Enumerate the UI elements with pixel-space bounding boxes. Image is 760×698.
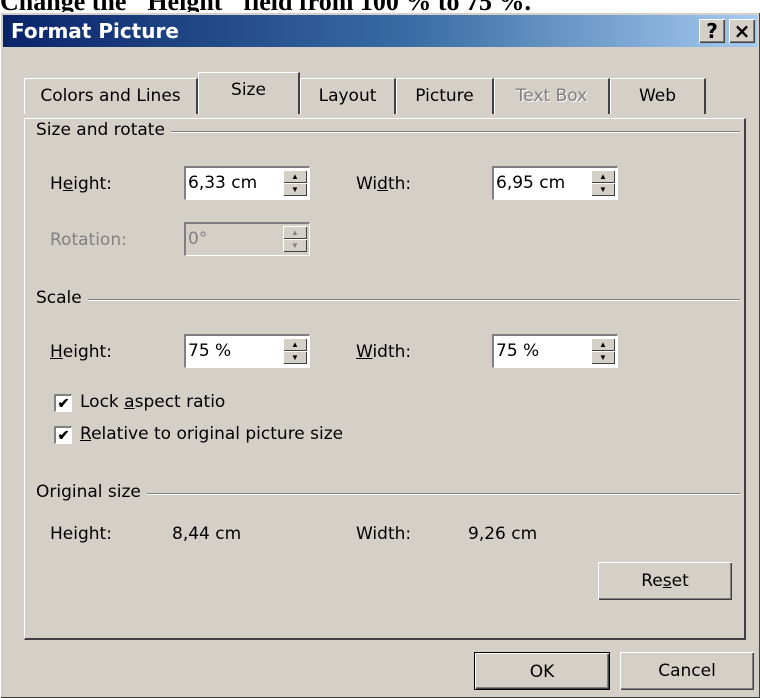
scale-width-label: Width: [356, 342, 412, 362]
dialog-title: Format Picture [11, 19, 179, 43]
spin-down-button[interactable]: ▼ [283, 351, 307, 364]
tab-size[interactable]: Size [198, 72, 300, 114]
size-height-input[interactable] [188, 171, 276, 195]
tab-label: Text Box [515, 86, 588, 106]
help-button[interactable]: ? [699, 19, 725, 43]
size-width-spinner[interactable]: ▲ ▼ [492, 166, 618, 200]
relative-original-checkbox[interactable]: ✔ [54, 426, 72, 444]
close-button[interactable]: × [729, 19, 755, 43]
size-width-label: Width: [356, 174, 412, 194]
scale-height-input[interactable] [188, 339, 276, 363]
spinner-buttons: ▲ ▼ [283, 338, 307, 364]
lock-aspect-label[interactable]: Lock aspect ratio [80, 392, 225, 412]
spin-up-button[interactable]: ▲ [283, 170, 307, 183]
group-divider [40, 299, 740, 301]
spinner-buttons: ▲ ▼ [591, 338, 615, 364]
tab-picture[interactable]: Picture [396, 78, 494, 114]
instruction-caption: Change the "Height" field from 100 % to … [0, 0, 760, 12]
original-width-value: 9,26 cm [468, 524, 538, 544]
spin-down-button: ▼ [283, 239, 307, 252]
scale-height-spinner[interactable]: ▲ ▼ [184, 334, 310, 368]
scale-height-label: Height: [50, 342, 112, 362]
original-height-label: Height: [50, 524, 112, 544]
spinner-buttons: ▲ ▼ [591, 170, 615, 196]
spin-up-button: ▲ [283, 226, 307, 239]
scale-width-input[interactable] [496, 339, 584, 363]
format-picture-dialog: Format Picture ? × Colors and Lines Size… [0, 12, 760, 698]
tab-label: Picture [415, 86, 474, 106]
tab-label: Colors and Lines [40, 86, 181, 106]
tab-label: Layout [318, 86, 377, 106]
size-height-label: Height: [50, 174, 112, 194]
tab-layout[interactable]: Layout [300, 78, 396, 114]
scale-width-spinner[interactable]: ▲ ▼ [492, 334, 618, 368]
lock-aspect-checkbox[interactable]: ✔ [54, 394, 72, 412]
spinner-buttons: ▲ ▼ [283, 226, 307, 252]
original-size-header: Original size [36, 482, 147, 502]
reset-button[interactable]: Reset [598, 562, 732, 600]
checkmark-icon: ✔ [57, 427, 70, 443]
tab-label[interactable]: Web [639, 86, 676, 106]
rotation-spinner: ▲ ▼ [184, 222, 310, 256]
spin-down-button[interactable]: ▼ [591, 183, 615, 196]
original-height-value: 8,44 cm [172, 524, 242, 544]
tab-web[interactable]: Web [610, 78, 706, 114]
original-width-label: Width: [356, 524, 412, 544]
spin-up-button[interactable]: ▲ [283, 338, 307, 351]
rotation-label: Rotation: [50, 230, 127, 250]
size-width-input[interactable] [496, 171, 584, 195]
cancel-button[interactable]: Cancel [620, 652, 754, 690]
scale-header: Scale [36, 288, 88, 308]
tab-colors-and-lines[interactable]: Colors and Lines [24, 78, 198, 114]
tab-label: Size [231, 80, 266, 100]
size-height-spinner[interactable]: ▲ ▼ [184, 166, 310, 200]
spinner-buttons: ▲ ▼ [283, 170, 307, 196]
spin-down-button[interactable]: ▼ [283, 183, 307, 196]
size-rotate-header: Size and rotate [36, 120, 171, 140]
ok-button[interactable]: OK [474, 652, 610, 690]
checkmark-icon: ✔ [57, 395, 70, 411]
tab-text-box: Text Box [494, 78, 610, 114]
title-bar[interactable]: Format Picture ? × [3, 15, 757, 47]
spin-up-button[interactable]: ▲ [591, 338, 615, 351]
relative-original-label[interactable]: Relative to original picture size [80, 424, 343, 444]
rotation-input [188, 227, 276, 251]
spin-down-button[interactable]: ▼ [591, 351, 615, 364]
spin-up-button[interactable]: ▲ [591, 170, 615, 183]
